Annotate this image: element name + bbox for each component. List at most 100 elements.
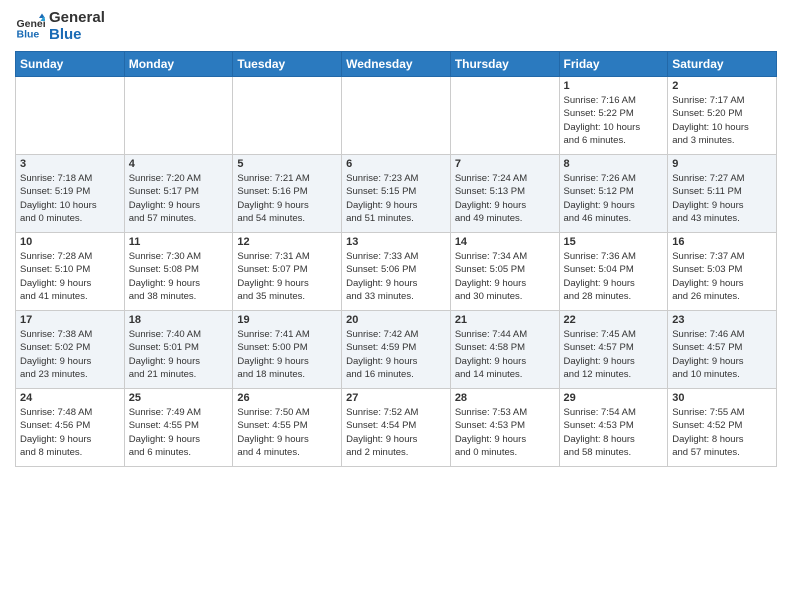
day-number: 16 bbox=[672, 236, 772, 248]
logo-icon: General Blue bbox=[15, 12, 45, 42]
day-cell: 17 Sunrise: 7:38 AM Sunset: 5:02 PM Dayli… bbox=[16, 311, 125, 389]
day-number: 11 bbox=[129, 236, 229, 248]
logo-text-general: General bbox=[49, 10, 105, 27]
day-info: Sunrise: 7:24 AM Sunset: 5:13 PM Dayligh… bbox=[455, 172, 555, 225]
logo-text-blue: Blue bbox=[49, 27, 105, 44]
day-number: 6 bbox=[346, 158, 446, 170]
day-number: 26 bbox=[237, 392, 337, 404]
day-info: Sunrise: 7:54 AM Sunset: 4:53 PM Dayligh… bbox=[564, 406, 664, 459]
day-cell: 22 Sunrise: 7:45 AM Sunset: 4:57 PM Dayli… bbox=[559, 311, 668, 389]
day-cell: 11 Sunrise: 7:30 AM Sunset: 5:08 PM Dayli… bbox=[124, 233, 233, 311]
day-number: 10 bbox=[20, 236, 120, 248]
day-cell: 24 Sunrise: 7:48 AM Sunset: 4:56 PM Dayli… bbox=[16, 389, 125, 467]
day-cell: 1 Sunrise: 7:16 AM Sunset: 5:22 PM Daylig… bbox=[559, 77, 668, 155]
day-number: 5 bbox=[237, 158, 337, 170]
day-number: 21 bbox=[455, 314, 555, 326]
day-info: Sunrise: 7:27 AM Sunset: 5:11 PM Dayligh… bbox=[672, 172, 772, 225]
day-cell: 10 Sunrise: 7:28 AM Sunset: 5:10 PM Dayli… bbox=[16, 233, 125, 311]
day-cell: 27Sunrise: 7:52 AM Sunset: 4:54 PM Dayli… bbox=[342, 389, 451, 467]
weekday-row: SundayMondayTuesdayWednesdayThursdayFrid… bbox=[16, 52, 777, 77]
calendar-body: 1 Sunrise: 7:16 AM Sunset: 5:22 PM Daylig… bbox=[16, 77, 777, 467]
day-cell: 28 Sunrise: 7:53 AM Sunset: 4:53 PM Dayli… bbox=[450, 389, 559, 467]
weekday-header-sunday: Sunday bbox=[16, 52, 125, 77]
day-info: Sunrise: 7:28 AM Sunset: 5:10 PM Dayligh… bbox=[20, 250, 120, 303]
day-info: Sunrise: 7:20 AM Sunset: 5:17 PM Dayligh… bbox=[129, 172, 229, 225]
day-info: Sunrise: 7:38 AM Sunset: 5:02 PM Dayligh… bbox=[20, 328, 120, 381]
day-info: Sunrise: 7:31 AM Sunset: 5:07 PM Dayligh… bbox=[237, 250, 337, 303]
day-cell: 14Sunrise: 7:34 AM Sunset: 5:05 PM Dayli… bbox=[450, 233, 559, 311]
day-info: Sunrise: 7:53 AM Sunset: 4:53 PM Dayligh… bbox=[455, 406, 555, 459]
day-number: 28 bbox=[455, 392, 555, 404]
calendar-table: SundayMondayTuesdayWednesdayThursdayFrid… bbox=[15, 51, 777, 467]
day-info: Sunrise: 7:46 AM Sunset: 4:57 PM Dayligh… bbox=[672, 328, 772, 381]
day-cell: 5 Sunrise: 7:21 AM Sunset: 5:16 PM Daylig… bbox=[233, 155, 342, 233]
day-number: 29 bbox=[564, 392, 664, 404]
day-info: Sunrise: 7:34 AM Sunset: 5:05 PM Dayligh… bbox=[455, 250, 555, 303]
day-cell: 18 Sunrise: 7:40 AM Sunset: 5:01 PM Dayli… bbox=[124, 311, 233, 389]
day-info: Sunrise: 7:30 AM Sunset: 5:08 PM Dayligh… bbox=[129, 250, 229, 303]
day-info: Sunrise: 7:37 AM Sunset: 5:03 PM Dayligh… bbox=[672, 250, 772, 303]
day-info: Sunrise: 7:40 AM Sunset: 5:01 PM Dayligh… bbox=[129, 328, 229, 381]
svg-text:Blue: Blue bbox=[17, 28, 40, 40]
day-number: 30 bbox=[672, 392, 772, 404]
weekday-header-wednesday: Wednesday bbox=[342, 52, 451, 77]
day-info: Sunrise: 7:26 AM Sunset: 5:12 PM Dayligh… bbox=[564, 172, 664, 225]
day-cell: 6Sunrise: 7:23 AM Sunset: 5:15 PM Daylig… bbox=[342, 155, 451, 233]
header: General Blue General Blue bbox=[15, 10, 777, 43]
weekday-header-tuesday: Tuesday bbox=[233, 52, 342, 77]
week-row-2: 3Sunrise: 7:18 AM Sunset: 5:19 PM Daylig… bbox=[16, 155, 777, 233]
calendar-header: SundayMondayTuesdayWednesdayThursdayFrid… bbox=[16, 52, 777, 77]
day-number: 4 bbox=[129, 158, 229, 170]
day-number: 25 bbox=[129, 392, 229, 404]
day-number: 22 bbox=[564, 314, 664, 326]
day-info: Sunrise: 7:48 AM Sunset: 4:56 PM Dayligh… bbox=[20, 406, 120, 459]
day-number: 23 bbox=[672, 314, 772, 326]
day-info: Sunrise: 7:33 AM Sunset: 5:06 PM Dayligh… bbox=[346, 250, 446, 303]
day-info: Sunrise: 7:16 AM Sunset: 5:22 PM Dayligh… bbox=[564, 94, 664, 147]
day-cell: 9Sunrise: 7:27 AM Sunset: 5:11 PM Daylig… bbox=[668, 155, 777, 233]
day-cell: 26 Sunrise: 7:50 AM Sunset: 4:55 PM Dayli… bbox=[233, 389, 342, 467]
day-cell: 30Sunrise: 7:55 AM Sunset: 4:52 PM Dayli… bbox=[668, 389, 777, 467]
day-number: 2 bbox=[672, 80, 772, 92]
day-cell: 25 Sunrise: 7:49 AM Sunset: 4:55 PM Dayli… bbox=[124, 389, 233, 467]
day-info: Sunrise: 7:49 AM Sunset: 4:55 PM Dayligh… bbox=[129, 406, 229, 459]
day-info: Sunrise: 7:18 AM Sunset: 5:19 PM Dayligh… bbox=[20, 172, 120, 225]
day-cell: 23 Sunrise: 7:46 AM Sunset: 4:57 PM Dayli… bbox=[668, 311, 777, 389]
day-number: 1 bbox=[564, 80, 664, 92]
day-info: Sunrise: 7:45 AM Sunset: 4:57 PM Dayligh… bbox=[564, 328, 664, 381]
day-cell: 4 Sunrise: 7:20 AM Sunset: 5:17 PM Daylig… bbox=[124, 155, 233, 233]
day-info: Sunrise: 7:21 AM Sunset: 5:16 PM Dayligh… bbox=[237, 172, 337, 225]
week-row-4: 17 Sunrise: 7:38 AM Sunset: 5:02 PM Dayli… bbox=[16, 311, 777, 389]
weekday-header-thursday: Thursday bbox=[450, 52, 559, 77]
day-cell: 15 Sunrise: 7:36 AM Sunset: 5:04 PM Dayli… bbox=[559, 233, 668, 311]
day-info: Sunrise: 7:44 AM Sunset: 4:58 PM Dayligh… bbox=[455, 328, 555, 381]
week-row-3: 10 Sunrise: 7:28 AM Sunset: 5:10 PM Dayli… bbox=[16, 233, 777, 311]
day-number: 20 bbox=[346, 314, 446, 326]
day-cell: 13 Sunrise: 7:33 AM Sunset: 5:06 PM Dayli… bbox=[342, 233, 451, 311]
weekday-header-monday: Monday bbox=[124, 52, 233, 77]
day-info: Sunrise: 7:50 AM Sunset: 4:55 PM Dayligh… bbox=[237, 406, 337, 459]
day-number: 15 bbox=[564, 236, 664, 248]
week-row-1: 1 Sunrise: 7:16 AM Sunset: 5:22 PM Daylig… bbox=[16, 77, 777, 155]
day-info: Sunrise: 7:36 AM Sunset: 5:04 PM Dayligh… bbox=[564, 250, 664, 303]
logo: General Blue General Blue bbox=[15, 10, 105, 43]
day-number: 24 bbox=[20, 392, 120, 404]
day-cell bbox=[16, 77, 125, 155]
day-number: 27 bbox=[346, 392, 446, 404]
day-cell: 19Sunrise: 7:41 AM Sunset: 5:00 PM Dayli… bbox=[233, 311, 342, 389]
day-info: Sunrise: 7:17 AM Sunset: 5:20 PM Dayligh… bbox=[672, 94, 772, 147]
day-info: Sunrise: 7:42 AM Sunset: 4:59 PM Dayligh… bbox=[346, 328, 446, 381]
day-number: 7 bbox=[455, 158, 555, 170]
day-cell: 21 Sunrise: 7:44 AM Sunset: 4:58 PM Dayli… bbox=[450, 311, 559, 389]
day-cell bbox=[124, 77, 233, 155]
day-cell: 20 Sunrise: 7:42 AM Sunset: 4:59 PM Dayli… bbox=[342, 311, 451, 389]
day-number: 8 bbox=[564, 158, 664, 170]
day-cell bbox=[233, 77, 342, 155]
day-cell: 12Sunrise: 7:31 AM Sunset: 5:07 PM Dayli… bbox=[233, 233, 342, 311]
day-number: 17 bbox=[20, 314, 120, 326]
day-cell bbox=[342, 77, 451, 155]
day-number: 18 bbox=[129, 314, 229, 326]
day-cell: 16 Sunrise: 7:37 AM Sunset: 5:03 PM Dayli… bbox=[668, 233, 777, 311]
day-number: 13 bbox=[346, 236, 446, 248]
week-row-5: 24 Sunrise: 7:48 AM Sunset: 4:56 PM Dayli… bbox=[16, 389, 777, 467]
